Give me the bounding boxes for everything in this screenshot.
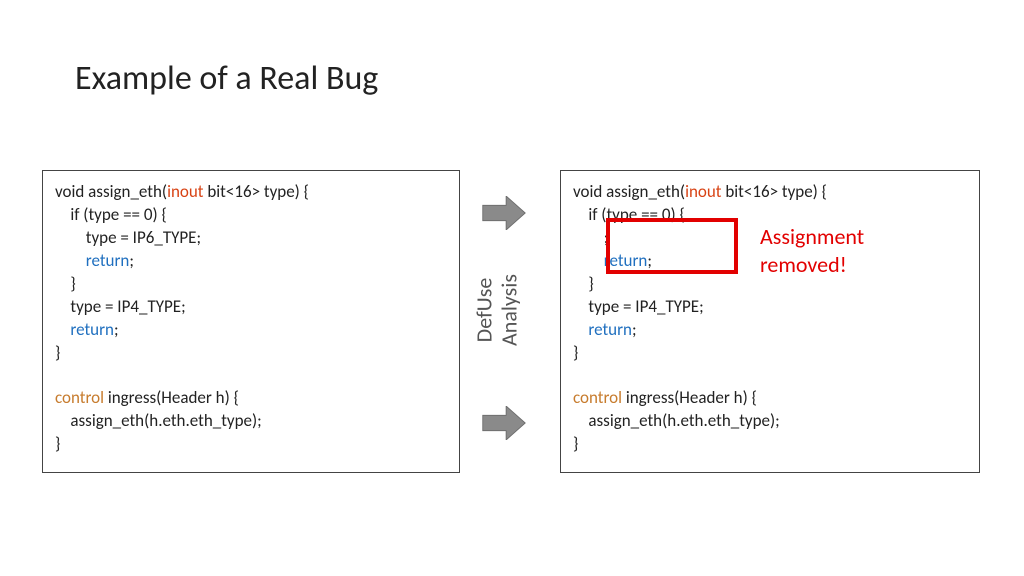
code-line: return;	[573, 319, 637, 340]
code-line: ;	[573, 227, 608, 248]
defuse-line2: Analysis	[497, 250, 522, 370]
arrow-right-icon	[482, 406, 526, 440]
code-line: type = IP6_TYPE;	[55, 227, 201, 248]
code-line: if (type == 0) {	[55, 204, 167, 225]
callout-line1: Assignment	[760, 223, 864, 250]
code-line: }	[573, 433, 578, 454]
code-box-before: void assign_eth(inout bit<16> type) { if…	[42, 170, 460, 473]
defuse-line1: DefUse	[471, 278, 498, 343]
code-line: assign_eth(h.eth.eth_type);	[573, 410, 780, 431]
callout-line2: removed!	[760, 251, 847, 278]
code-line: }	[55, 273, 76, 294]
code-line: }	[55, 433, 60, 454]
code-line: assign_eth(h.eth.eth_type);	[55, 410, 262, 431]
code-line: type = IP4_TYPE;	[573, 296, 704, 317]
defuse-label: DefUse Analysis	[472, 250, 523, 370]
code-line: control ingress(Header h) {	[573, 387, 757, 408]
code-line: control ingress(Header h) {	[55, 387, 239, 408]
code-line: void assign_eth(inout bit<16> type) {	[573, 181, 827, 202]
code-line: return;	[573, 250, 652, 271]
code-line: }	[55, 342, 60, 363]
code-line: }	[573, 273, 594, 294]
code-line: void assign_eth(inout bit<16> type) {	[55, 181, 309, 202]
code-line: return;	[55, 250, 134, 271]
code-line: if (type == 0) {	[573, 204, 685, 225]
slide-title: Example of a Real Bug	[75, 58, 378, 99]
arrow-right-icon	[482, 196, 526, 230]
code-line: return;	[55, 319, 119, 340]
code-line: }	[573, 342, 578, 363]
code-line: type = IP4_TYPE;	[55, 296, 186, 317]
code-box-after: void assign_eth(inout bit<16> type) { if…	[560, 170, 980, 473]
callout-text: Assignment removed!	[760, 223, 864, 278]
